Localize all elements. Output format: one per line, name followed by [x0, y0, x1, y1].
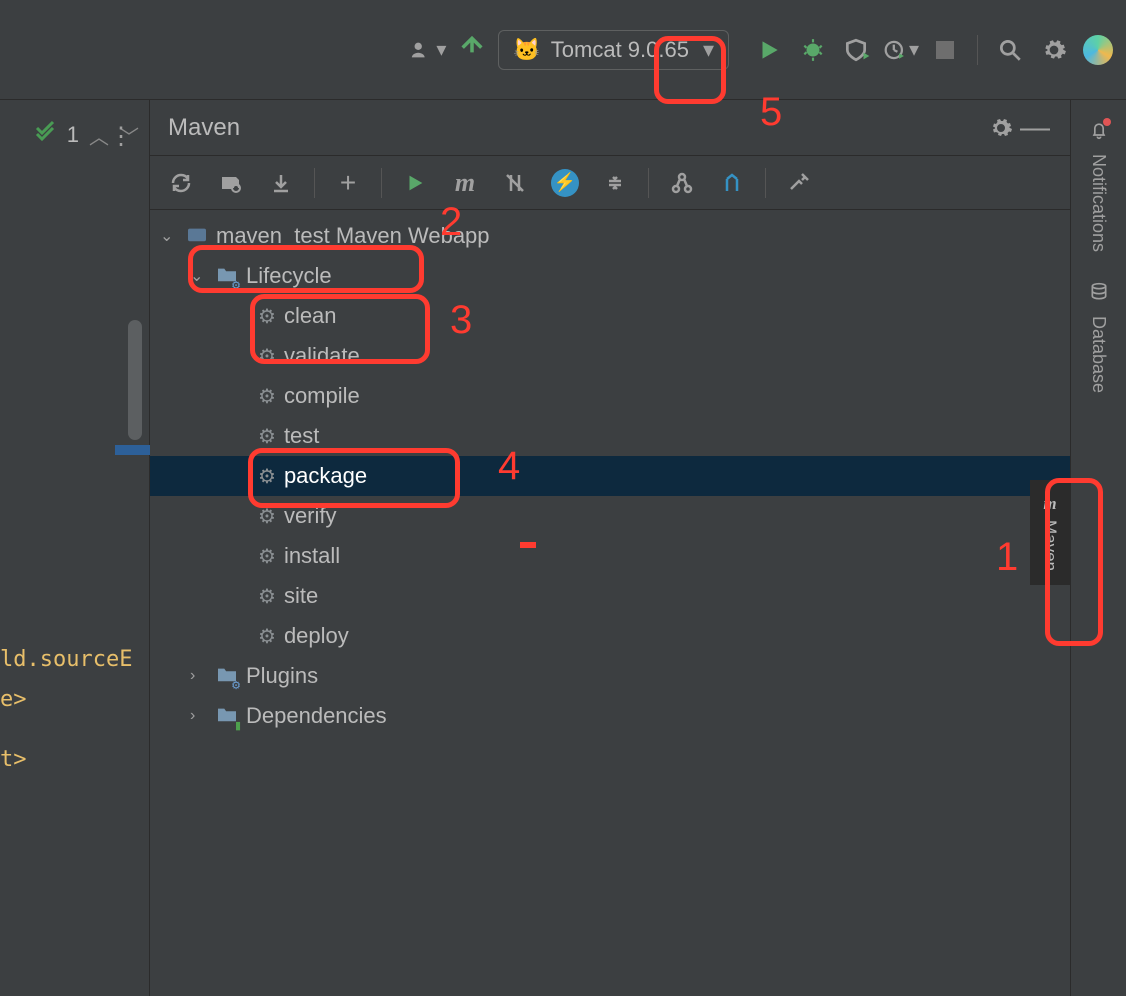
goal-install[interactable]: ⚙ install [150, 536, 1070, 576]
gear-icon: ⚙ [258, 424, 276, 449]
chevron-down-icon: ⌄ [190, 266, 208, 286]
goal-label: package [284, 463, 367, 489]
code-fragment: t> [0, 740, 132, 780]
maven-side-tab[interactable]: m Maven [1030, 480, 1070, 585]
reload-icon[interactable] [164, 166, 198, 200]
collapse-all-icon[interactable] [598, 166, 632, 200]
gear-icon: ⚙ [258, 344, 276, 369]
run-configuration-selector[interactable]: 🐱 Tomcat 9.0.65 ▾ [498, 30, 729, 70]
project-node[interactable]: ⌄ maven_test Maven Webapp [150, 216, 1070, 256]
vcs-users-icon[interactable]: ▾ [410, 32, 446, 68]
chevron-right-icon: › [190, 707, 208, 725]
goal-label: verify [284, 503, 337, 529]
maven-settings-icon[interactable] [782, 166, 816, 200]
dependencies-label: Dependencies [246, 703, 387, 729]
panel-title: Maven [168, 114, 240, 142]
plugins-node[interactable]: › ⚙ Plugins [150, 656, 1070, 696]
panel-minimize-icon[interactable]: — [1018, 111, 1052, 145]
goal-site[interactable]: ⚙ site [150, 576, 1070, 616]
options-menu-icon[interactable]: ⋮ [109, 122, 131, 151]
chevron-down-icon: ▾ [703, 37, 714, 63]
folder-icon: ⚙ [216, 263, 238, 289]
gear-icon: ⚙ [258, 464, 276, 489]
notifications-tab[interactable]: Notifications [1088, 120, 1109, 252]
show-diagram-icon[interactable] [715, 166, 749, 200]
plugins-label: Plugins [246, 663, 318, 689]
gear-icon: ⚙ [258, 624, 276, 649]
goal-label: compile [284, 383, 360, 409]
gear-icon: ⚙ [258, 384, 276, 409]
add-project-icon[interactable]: + [331, 166, 365, 200]
goal-compile[interactable]: ⚙ compile [150, 376, 1070, 416]
right-tool-rail: Notifications Database [1070, 100, 1126, 996]
generate-sources-icon[interactable] [214, 166, 248, 200]
run-config-label: Tomcat 9.0.65 [551, 37, 689, 63]
nav-up-icon[interactable]: ︿ [89, 121, 109, 150]
maven-tool-window: Maven — + m [150, 100, 1070, 996]
profile-button[interactable]: ▾ [883, 32, 919, 68]
main-area: ⋮ 1 ︿ ﹀ ld.sourceE e> t> Maven — [0, 100, 1126, 996]
goal-verify[interactable]: ⚙ verify [150, 496, 1070, 536]
code-fragment: ld.sourceE [0, 640, 132, 680]
chevron-down-icon: ⌄ [160, 226, 178, 246]
run-maven-build-icon[interactable] [398, 166, 432, 200]
inspection-pass-icon[interactable] [33, 120, 57, 150]
goal-validate[interactable]: ⚙ validate [150, 336, 1070, 376]
goal-label: install [284, 543, 340, 569]
gear-icon: ⚙ [258, 544, 276, 569]
lifecycle-label: Lifecycle [246, 263, 332, 289]
goal-deploy[interactable]: ⚙ deploy [150, 616, 1070, 656]
scrollbar-thumb[interactable] [128, 320, 142, 440]
debug-button[interactable] [795, 32, 831, 68]
warning-count: 1 [67, 122, 79, 148]
gear-icon: ⚙ [258, 304, 276, 329]
database-label: Database [1088, 316, 1109, 393]
notification-dot-icon [1103, 118, 1111, 126]
editor-gutter: ⋮ 1 ︿ ﹀ ld.sourceE e> t> [0, 100, 150, 996]
maven-toolbar: + m ⚡ [150, 156, 1070, 210]
goal-label: validate [284, 343, 360, 369]
chevron-right-icon: › [190, 667, 208, 685]
goal-label: clean [284, 303, 337, 329]
lifecycle-node[interactable]: ⌄ ⚙ Lifecycle [150, 256, 1070, 296]
settings-gear-icon[interactable] [1036, 32, 1072, 68]
folder-icon: ⚙ [216, 663, 238, 689]
goal-label: deploy [284, 623, 349, 649]
toggle-skip-tests-icon[interactable]: ⚡ [548, 166, 582, 200]
database-tab[interactable]: Database [1088, 282, 1109, 393]
editor-highlight-marker [115, 445, 150, 455]
panel-settings-icon[interactable] [984, 111, 1018, 145]
folder-icon: ▮ [216, 703, 238, 729]
tomcat-icon: 🐱 [513, 37, 540, 63]
dependencies-node[interactable]: › ▮ Dependencies [150, 696, 1070, 736]
project-label: maven_test Maven Webapp [216, 223, 490, 249]
notifications-label: Notifications [1088, 154, 1109, 252]
goal-label: site [284, 583, 318, 609]
toggle-offline-icon[interactable] [498, 166, 532, 200]
build-hammer-icon[interactable] [454, 32, 490, 68]
maven-tree: ⌄ maven_test Maven Webapp ⌄ ⚙ Lifecycle … [150, 210, 1070, 996]
maven-tab-label: Maven [1040, 520, 1060, 571]
coverage-button[interactable] [839, 32, 875, 68]
download-sources-icon[interactable] [264, 166, 298, 200]
database-icon [1089, 282, 1109, 308]
stop-button[interactable] [927, 32, 963, 68]
maven-panel-header: Maven — [150, 100, 1070, 156]
maven-m-icon: m [1043, 494, 1056, 514]
goal-label: test [284, 423, 319, 449]
code-fragment: e> [0, 680, 132, 720]
execute-maven-goal-icon[interactable]: m [448, 166, 482, 200]
annotation-dash [520, 542, 536, 548]
maven-project-icon [186, 223, 208, 249]
gear-icon: ⚙ [258, 504, 276, 529]
goal-test[interactable]: ⚙ test [150, 416, 1070, 456]
brand-logo-icon[interactable] [1080, 32, 1116, 68]
search-icon[interactable] [992, 32, 1028, 68]
goal-clean[interactable]: ⚙ clean [150, 296, 1070, 336]
run-button[interactable] [751, 32, 787, 68]
goal-package[interactable]: ⚙ package [150, 456, 1070, 496]
main-toolbar: ▾ 🐱 Tomcat 9.0.65 ▾ ▾ [0, 0, 1126, 100]
show-dependencies-icon[interactable] [665, 166, 699, 200]
gear-icon: ⚙ [258, 584, 276, 609]
